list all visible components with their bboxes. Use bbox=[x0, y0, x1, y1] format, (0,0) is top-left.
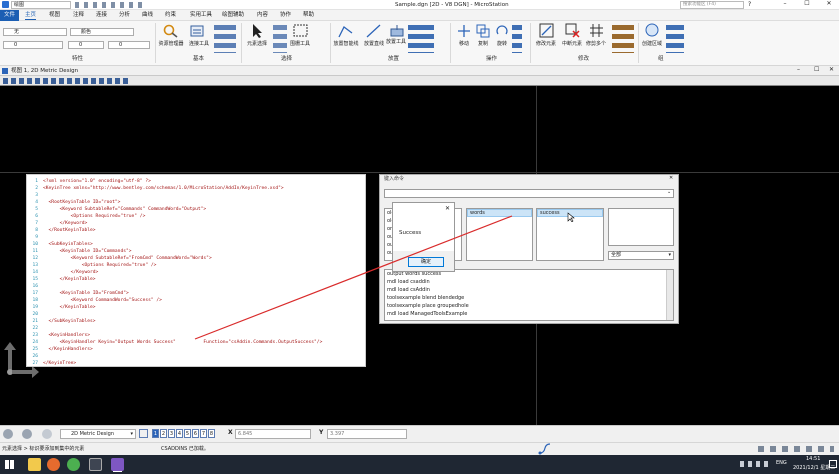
view-nav-forward-icon[interactable] bbox=[22, 429, 32, 439]
view-number-button[interactable]: 1 bbox=[152, 429, 159, 438]
view-number-button[interactable]: 6 bbox=[192, 429, 199, 438]
taskbar-explorer-icon[interactable] bbox=[28, 458, 41, 471]
x-coordinate-value: 6.845 bbox=[238, 431, 253, 437]
message-bar: 元素选择 > 标识要添加到集中的元素 CSADDINS 已加载。 bbox=[0, 442, 839, 455]
status-message: CSADDINS 已加载。 bbox=[161, 446, 209, 452]
view-nav-home-icon[interactable] bbox=[42, 429, 52, 439]
input-language[interactable]: ENG bbox=[776, 460, 787, 466]
view-combo[interactable]: 2D Metric Design ▾ bbox=[60, 429, 136, 439]
taskbar-chrome-icon[interactable] bbox=[67, 458, 80, 471]
accudraw-icon[interactable] bbox=[538, 443, 552, 455]
view-toggle-icon[interactable] bbox=[139, 429, 148, 438]
view-number-button[interactable]: 7 bbox=[200, 429, 207, 438]
chevron-down-icon: ▾ bbox=[130, 431, 133, 437]
taskbar-visualstudio-icon[interactable] bbox=[111, 458, 124, 471]
taskbar-firefox-icon[interactable] bbox=[47, 458, 60, 471]
view-number-button[interactable]: 8 bbox=[208, 429, 215, 438]
start-button-icon[interactable] bbox=[5, 460, 14, 469]
x-coordinate-label: X bbox=[228, 429, 233, 436]
status-bar: 2D Metric Design ▾ 12345678 X 6.845 Y 3.… bbox=[0, 425, 839, 442]
y-coordinate-value: 3.397 bbox=[330, 431, 345, 437]
y-coordinate-field[interactable]: 3.397 bbox=[327, 429, 407, 439]
y-coordinate-label: Y bbox=[319, 429, 324, 436]
annotation-line bbox=[194, 215, 513, 340]
view-nav-back-icon[interactable] bbox=[3, 429, 13, 439]
view-number-button[interactable]: 3 bbox=[168, 429, 175, 438]
prompt-text: 元素选择 > 标识要添加到集中的元素 bbox=[2, 446, 85, 452]
taskbar-terminal-icon[interactable] bbox=[89, 458, 102, 471]
view-combo-value: 2D Metric Design bbox=[71, 431, 115, 437]
view-number-button[interactable]: 2 bbox=[160, 429, 167, 438]
windows-taskbar: ENG 14:51 2021/12/1 星期三 bbox=[0, 455, 839, 474]
x-coordinate-field[interactable]: 6.845 bbox=[235, 429, 311, 439]
view-number-button[interactable]: 4 bbox=[176, 429, 183, 438]
taskbar-tray-icons[interactable] bbox=[740, 461, 770, 467]
view-number-buttons: 12345678 bbox=[152, 429, 216, 439]
notification-icon[interactable] bbox=[829, 460, 837, 468]
clock-time[interactable]: 14:51 bbox=[806, 456, 820, 462]
status-tray-icons[interactable] bbox=[758, 446, 834, 452]
view-number-button[interactable]: 5 bbox=[184, 429, 191, 438]
